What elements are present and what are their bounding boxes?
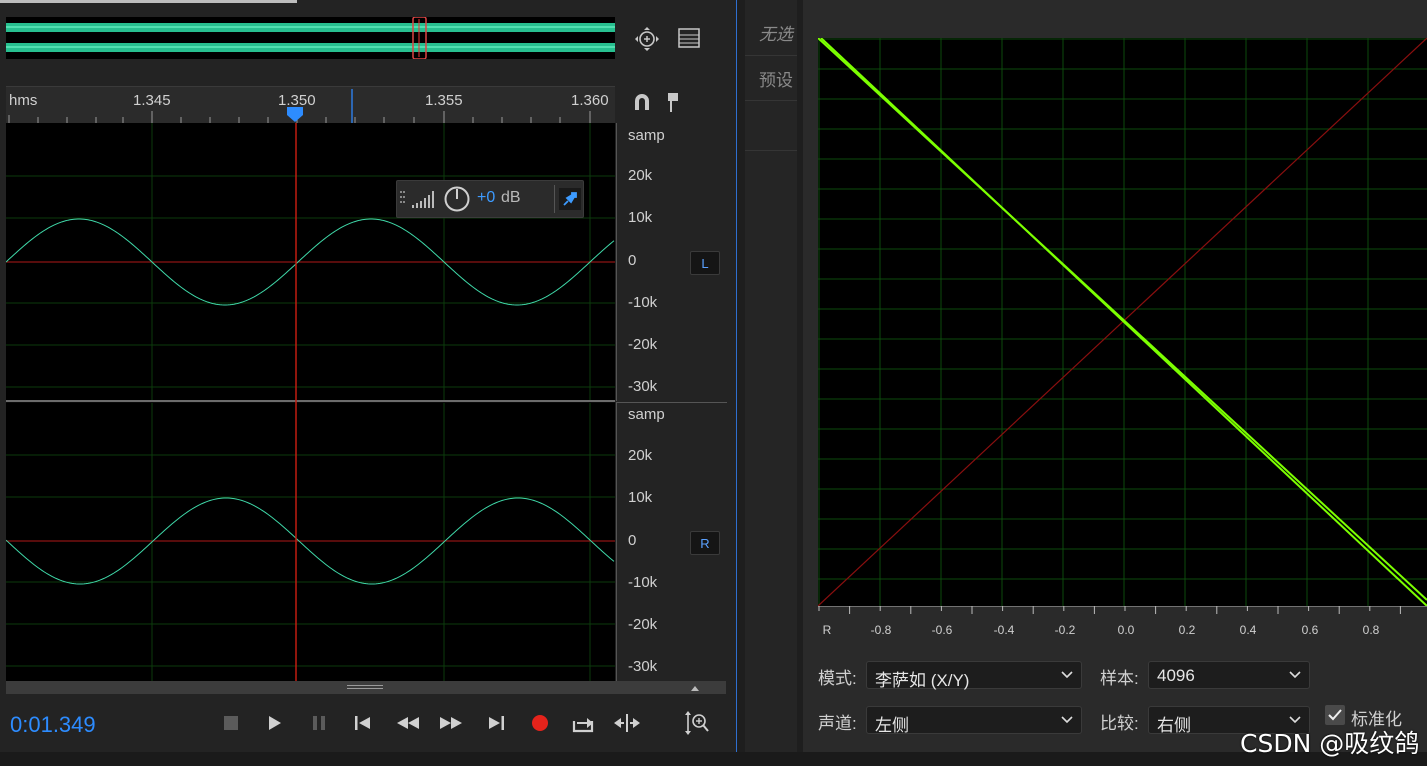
x-axis-label: -0.4 xyxy=(993,623,1015,637)
scale-tick-label: -10k xyxy=(628,294,658,311)
x-axis-label: 0.4 xyxy=(1239,623,1257,637)
phase-x-axis-ticks xyxy=(818,606,1427,614)
chevron-down-icon xyxy=(1061,671,1073,679)
overview-waveform-graphic xyxy=(6,16,615,60)
pause-button[interactable] xyxy=(302,707,336,739)
scale-tick-label: 20k xyxy=(628,167,653,184)
stop-icon xyxy=(224,716,238,730)
effects-panel-fragment: 无选 预设 xyxy=(745,0,797,752)
x-axis-label: 0.2 xyxy=(1178,623,1196,637)
play-icon xyxy=(269,716,281,730)
channel-select-value: 左侧 xyxy=(875,716,909,735)
level-meter-icon xyxy=(412,191,434,208)
scale-tick-label: 0 xyxy=(628,532,637,549)
marker-pin-icon[interactable] xyxy=(662,90,684,114)
amplitude-scale-right[interactable]: samp 20k 10k 0 -10k -20k -30k R xyxy=(616,402,727,682)
compare-label: 比较: xyxy=(1100,714,1139,733)
pause-icon xyxy=(313,716,325,730)
fast-forward-button[interactable] xyxy=(434,707,468,739)
to-start-button[interactable] xyxy=(346,707,380,739)
magnet-icon[interactable] xyxy=(630,90,654,114)
mode-select-value: 李萨如 (X/Y) xyxy=(875,671,970,690)
no-selection-label: 无选 xyxy=(759,25,793,44)
scale-tick-label: 20k xyxy=(628,447,653,464)
samples-label: 样本: xyxy=(1100,669,1139,688)
hud-divider xyxy=(554,185,555,213)
skip-selection-icon xyxy=(614,714,640,732)
channel-l-toggle[interactable]: L xyxy=(690,251,720,275)
zoom-amplitude-button[interactable] xyxy=(680,707,714,739)
scale-tick-label: -10k xyxy=(628,574,658,591)
chevron-down-icon xyxy=(1289,671,1301,679)
status-strip xyxy=(0,752,1427,766)
lissajous-display xyxy=(817,37,1427,610)
lissajous-graphic xyxy=(817,37,1427,610)
scale-tick-label: 0 xyxy=(628,252,637,269)
rewind-button[interactable] xyxy=(391,707,425,739)
fast-forward-icon xyxy=(440,717,462,729)
horizontal-scrollbar[interactable] xyxy=(6,681,726,694)
watermark-text: CSDN @吸纹鸽 xyxy=(1240,729,1420,758)
scale-tick-label: 10k xyxy=(628,489,653,506)
pin-icon[interactable] xyxy=(559,188,581,210)
channel-select[interactable]: 左侧 xyxy=(866,706,1082,735)
loop-button[interactable] xyxy=(566,707,600,739)
scale-tick-label: -20k xyxy=(628,336,658,353)
scale-unit-label: samp xyxy=(628,406,665,423)
chevron-down-icon xyxy=(1061,716,1073,724)
overview-waveform[interactable] xyxy=(6,16,615,60)
amplitude-scale-left[interactable]: samp 20k 10k 0 -10k -20k -30k L xyxy=(616,123,727,401)
scale-tick-label: -20k xyxy=(628,616,658,633)
ruler-ticks xyxy=(8,89,591,123)
time-ruler[interactable]: hms 1.345 1.350 1.355 1.360 xyxy=(6,86,615,123)
record-icon xyxy=(532,715,548,731)
skip-forward-icon xyxy=(489,716,504,730)
normalize-checkbox[interactable] xyxy=(1325,705,1345,725)
timecode-display[interactable]: 0:01.349 xyxy=(10,712,96,738)
play-button[interactable] xyxy=(258,707,292,739)
x-axis-label: -0.8 xyxy=(870,623,892,637)
panel-tab-strip xyxy=(0,0,297,3)
scale-tick-label: -30k xyxy=(628,378,658,395)
playhead-handle xyxy=(287,107,303,122)
x-axis-label: R xyxy=(822,623,832,637)
stop-button[interactable] xyxy=(214,707,248,739)
loop-icon xyxy=(572,718,594,733)
scale-tick-label: 10k xyxy=(628,209,653,226)
gain-knob[interactable] xyxy=(443,185,471,213)
channel-r-toggle[interactable]: R xyxy=(690,531,720,555)
zoom-navigator-icon[interactable] xyxy=(632,24,662,54)
skip-back-icon xyxy=(355,716,370,730)
checkmark-icon xyxy=(1328,709,1342,721)
channel-label: 声道: xyxy=(818,714,857,733)
samples-select-value: 4096 xyxy=(1157,666,1195,685)
record-button[interactable] xyxy=(523,707,557,739)
lissajous-trace xyxy=(817,37,1427,601)
gain-unit: dB xyxy=(501,189,521,206)
scale-unit-label: samp xyxy=(628,127,665,144)
mode-select[interactable]: 李萨如 (X/Y) xyxy=(866,661,1082,690)
x-axis-label: -0.2 xyxy=(1054,623,1076,637)
spectral-view-icon[interactable] xyxy=(676,25,702,51)
drag-grip-icon[interactable] xyxy=(400,189,406,209)
x-axis-label: 0.6 xyxy=(1301,623,1319,637)
preset-label[interactable]: 预设 xyxy=(759,66,793,91)
to-end-button[interactable] xyxy=(479,707,513,739)
skip-selection-button[interactable] xyxy=(610,707,644,739)
x-axis-label: 0.8 xyxy=(1362,623,1380,637)
mode-label: 模式: xyxy=(818,669,857,688)
compare-select-value: 右侧 xyxy=(1157,716,1191,735)
gain-hud[interactable]: +0 dB xyxy=(396,180,584,218)
gain-value[interactable]: +0 xyxy=(477,189,495,207)
scroll-grip-icon xyxy=(347,685,383,689)
x-axis-label: 0.0 xyxy=(1117,623,1135,637)
x-axis-label: -0.6 xyxy=(931,623,953,637)
zoom-amplitude-icon xyxy=(685,711,709,735)
scroll-up-icon[interactable] xyxy=(690,684,700,692)
rewind-icon xyxy=(397,717,419,729)
scale-tick-label: -30k xyxy=(628,658,658,675)
samples-select[interactable]: 4096 xyxy=(1148,661,1310,689)
